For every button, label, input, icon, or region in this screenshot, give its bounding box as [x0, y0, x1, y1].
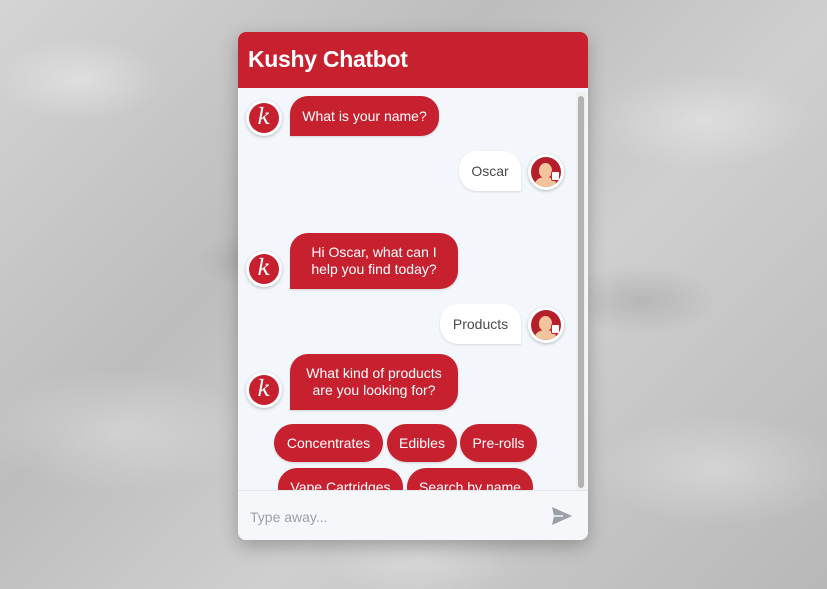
message-list[interactable]: k What is your name? Oscar k Hi Oscar, w… — [238, 88, 588, 490]
bot-message: Hi Oscar, what can I help you find today… — [290, 233, 458, 289]
scrollbar-thumb[interactable] — [578, 96, 584, 488]
bot-avatar-icon: k — [246, 100, 282, 136]
message-scrollbar[interactable] — [576, 92, 586, 490]
bot-message: What is your name? — [290, 96, 439, 136]
message-input[interactable] — [248, 503, 542, 531]
chatbot-header: Kushy Chatbot — [238, 32, 588, 88]
option-edibles[interactable]: Edibles — [387, 424, 457, 462]
option-concentrates[interactable]: Concentrates — [274, 424, 383, 462]
send-icon[interactable] — [551, 506, 573, 526]
user-message: Products — [440, 304, 521, 344]
bot-avatar-icon: k — [246, 372, 282, 408]
option-pre-rolls[interactable]: Pre-rolls — [460, 424, 537, 462]
user-avatar-icon — [528, 154, 564, 190]
bot-avatar-icon: k — [246, 251, 282, 287]
option-vape-cartridges[interactable]: Vape Cartridges — [278, 468, 403, 490]
message-input-bar — [238, 490, 588, 540]
user-avatar-icon — [528, 307, 564, 343]
chatbot-window: Kushy Chatbot k What is your name? Oscar… — [238, 32, 588, 540]
bot-message: What kind of products are you looking fo… — [290, 354, 458, 410]
user-message: Oscar — [459, 151, 521, 191]
option-search-by-name[interactable]: Search by name — [407, 468, 533, 490]
chatbot-title: Kushy Chatbot — [248, 46, 408, 72]
